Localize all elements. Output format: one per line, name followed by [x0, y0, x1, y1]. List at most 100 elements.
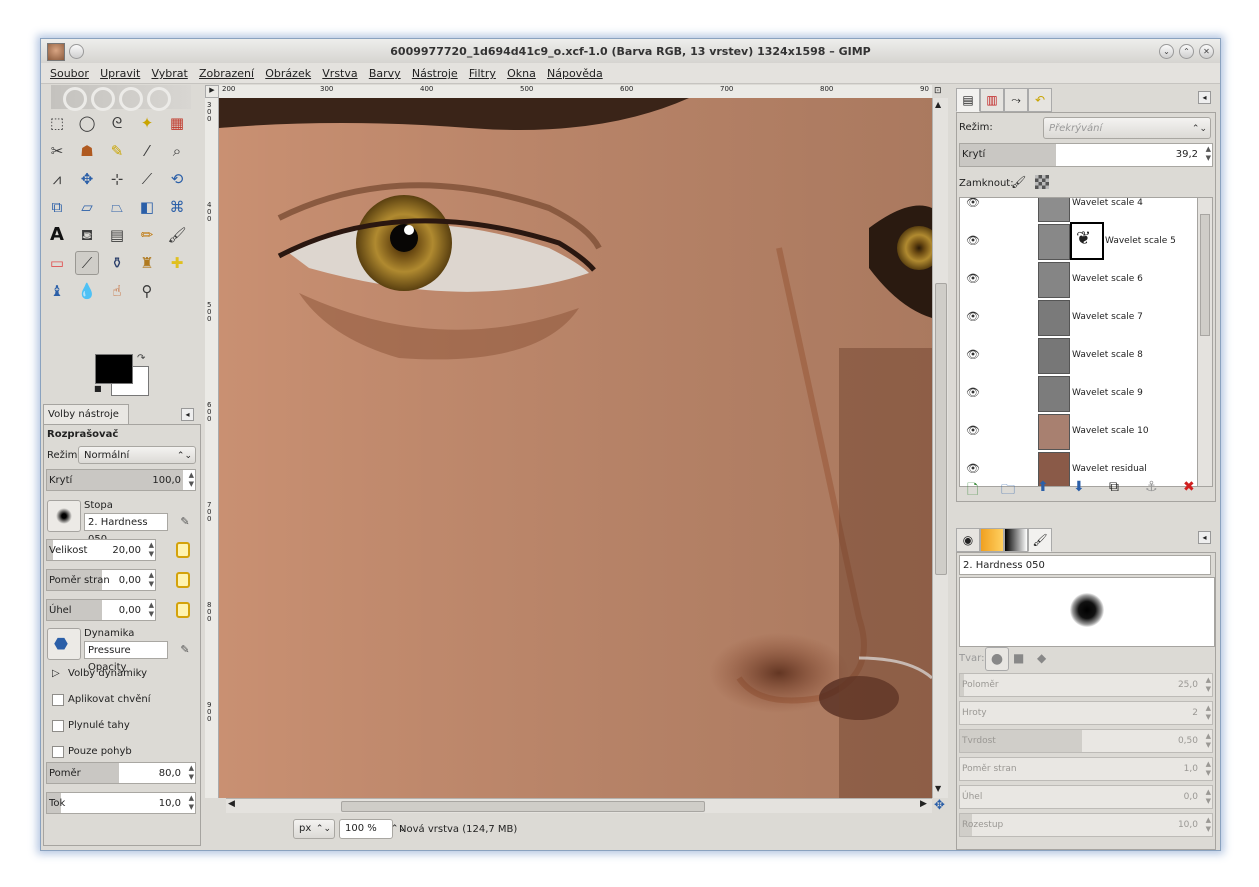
dynamics-preview-button[interactable]: ⬣ — [47, 628, 81, 660]
expander-arrow-icon[interactable]: ▷ — [52, 668, 60, 679]
layer-row[interactable]: 👁 ❦ Wavelet scale 5 — [960, 222, 1198, 260]
foreground-color-swatch[interactable] — [95, 354, 133, 384]
tab-paths[interactable]: ⤳ — [1004, 88, 1028, 112]
tab-layers[interactable]: ▤ — [956, 88, 980, 112]
menu-filtry[interactable]: Filtry — [469, 67, 496, 80]
motion-only-checkbox[interactable] — [52, 746, 64, 758]
opacity-spin[interactable]: Krytí 100,0 ▲ ▼ — [46, 469, 196, 491]
eye-icon[interactable]: 👁 — [966, 234, 980, 247]
spin-arrows-icon[interactable]: ▲ ▼ — [189, 794, 194, 812]
tab-menu-icon[interactable]: ◂ — [181, 408, 194, 421]
perspective-icon[interactable]: ⏢ — [105, 195, 129, 219]
smudge-icon[interactable]: ☝ — [105, 279, 129, 303]
flow-spin[interactable]: Tok 10,0 ▲ ▼ — [46, 792, 196, 814]
tab-channels[interactable]: ▥ — [980, 88, 1004, 112]
spin-arrows-icon[interactable]: ▲ ▼ — [1206, 704, 1211, 722]
tab-brushes[interactable]: ◉ — [956, 528, 980, 552]
brush-name-field[interactable]: 2. Hardness 050 — [84, 513, 168, 545]
spin-arrows-icon[interactable]: ▲ ▼ — [149, 571, 154, 589]
lower-layer-icon[interactable]: ⬇ — [1073, 479, 1085, 495]
layer-row[interactable]: 👁 Wavelet scale 9 — [960, 374, 1198, 412]
spin-arrows-icon[interactable]: ▲ ▼ — [149, 601, 154, 619]
menu-nastroje[interactable]: Nástroje — [412, 67, 458, 80]
layers-scrollbar[interactable] — [1197, 197, 1213, 487]
reset-aspect-icon[interactable] — [176, 572, 190, 588]
tab-menu-icon[interactable]: ◂ — [1198, 531, 1211, 544]
menu-okna[interactable]: Okna — [507, 67, 536, 80]
spin-arrows-icon[interactable]: ▲ ▼ — [149, 541, 154, 559]
dodge-burn-icon[interactable]: ⚲ — [135, 279, 159, 303]
paintbrush-icon[interactable]: 🖌 — [165, 223, 189, 247]
tab-undo[interactable]: ↶ — [1028, 88, 1052, 112]
layer-row[interactable]: 👁 Wavelet scale 8 — [960, 336, 1198, 374]
fuzzy-select-icon[interactable]: ✦ — [135, 111, 159, 135]
menu-soubor[interactable]: Soubor — [50, 67, 89, 80]
tab-patterns[interactable] — [980, 528, 1004, 552]
ink-icon[interactable]: ⚱ — [105, 251, 129, 275]
menu-barvy[interactable]: Barvy — [369, 67, 401, 80]
measure-icon[interactable]: ⩘ — [45, 167, 69, 191]
blur-icon[interactable]: 💧 — [75, 279, 99, 303]
swap-colors-icon[interactable]: ↷ — [137, 353, 145, 364]
brush-editor-name-field[interactable]: 2. Hardness 050 — [959, 555, 1211, 575]
hardness-spin[interactable]: Tvrdost 0,50 ▲ ▼ — [959, 729, 1213, 753]
canvas-vertical-scrollbar[interactable]: ▲ ▼ — [932, 98, 948, 798]
menu-napoveda[interactable]: Nápověda — [547, 67, 603, 80]
spin-arrows-icon[interactable]: ▲ ▼ — [1206, 788, 1211, 806]
eye-icon[interactable]: 👁 — [966, 272, 980, 285]
spin-arrows-icon[interactable]: ▲ ▼ — [1206, 732, 1211, 750]
zoom-select[interactable]: 100 % ⌃⌄ — [339, 819, 406, 839]
spin-arrows-icon[interactable]: ▲ ▼ — [189, 471, 194, 489]
crop-icon[interactable]: ⟋ — [135, 167, 159, 191]
close-icon[interactable]: ✕ — [1199, 44, 1214, 59]
menu-obrazek[interactable]: Obrázek — [265, 67, 311, 80]
tab-gradients[interactable] — [1004, 528, 1028, 552]
ellipse-select-icon[interactable]: ◯ — [75, 111, 99, 135]
image-canvas[interactable] — [219, 98, 932, 798]
scroll-up-icon[interactable]: ▲ — [935, 100, 941, 109]
layers-scroll-thumb[interactable] — [1200, 214, 1210, 336]
lock-pixels-icon[interactable]: 🖌 — [1011, 175, 1026, 189]
layer-row[interactable]: 👁 Wavelet scale 6 — [960, 260, 1198, 298]
layer-opacity-spin[interactable]: Krytí 39,2 ▲ ▼ — [959, 143, 1213, 167]
gradient-icon[interactable]: ▤ — [105, 223, 129, 247]
reset-size-icon[interactable] — [176, 542, 190, 558]
heal-icon[interactable]: ✚ — [165, 251, 189, 275]
tab-tool-options[interactable]: Volby nástroje — [43, 404, 129, 424]
eye-icon[interactable]: 👁 — [966, 310, 980, 323]
new-layer-group-icon[interactable]: 🗀 — [1001, 479, 1015, 503]
delete-layer-icon[interactable]: ✖ — [1183, 479, 1195, 495]
scissors-icon[interactable]: ✂ — [45, 139, 69, 163]
menu-upravit[interactable]: Upravit — [100, 67, 140, 80]
cage-icon[interactable]: ⌘ — [165, 195, 189, 219]
lasso-icon[interactable]: ᘓ — [105, 111, 129, 135]
mode-select[interactable]: Normální ⌃⌄ — [78, 446, 196, 464]
smooth-checkbox[interactable] — [52, 720, 64, 732]
layer-row[interactable]: 👁 Wavelet scale 7 — [960, 298, 1198, 336]
duplicate-layer-icon[interactable]: ⧉ — [1109, 479, 1119, 495]
spin-arrows-icon[interactable]: ▲ ▼ — [1206, 760, 1211, 778]
unit-select[interactable]: px ⌃⌄ — [293, 819, 335, 839]
lock-alpha-icon[interactable] — [1035, 175, 1049, 189]
spin-arrows-icon[interactable]: ▲ ▼ — [1206, 145, 1211, 163]
brush-angle-spin[interactable]: Úhel 0,0 ▲ ▼ — [959, 785, 1213, 809]
default-colors-icon[interactable]: ■ — [94, 384, 102, 393]
clone-icon[interactable]: ♜ — [135, 251, 159, 275]
zoom-on-resize-icon[interactable]: ⊡ — [934, 86, 942, 96]
tab-brush-editor[interactable]: 🖌 — [1028, 528, 1052, 552]
eye-icon[interactable]: 👁 — [966, 424, 980, 437]
dynamics-options-expander[interactable]: Volby dynamiky — [68, 668, 147, 679]
eye-icon[interactable]: 👁 — [966, 462, 980, 475]
circle-shape-icon[interactable]: ● — [985, 647, 1009, 671]
paths-icon[interactable]: ✎ — [105, 139, 129, 163]
new-layer-icon[interactable]: 🗋 — [967, 479, 978, 503]
minimize-icon[interactable]: ⌄ — [1159, 44, 1174, 59]
menu-vybrat[interactable]: Vybrat — [151, 67, 187, 80]
rate-spin[interactable]: Poměr 80,0 ▲ ▼ — [46, 762, 196, 784]
scroll-right-icon[interactable]: ▶ — [920, 799, 927, 809]
edit-brush-icon[interactable]: ✎ — [178, 515, 192, 529]
zoom-icon[interactable]: ⌕ — [165, 139, 189, 163]
tab-menu-icon[interactable]: ◂ — [1198, 91, 1211, 104]
airbrush-icon[interactable]: ⟋ — [75, 251, 99, 275]
layer-row[interactable]: 👁 Wavelet scale 4 — [960, 198, 1198, 222]
